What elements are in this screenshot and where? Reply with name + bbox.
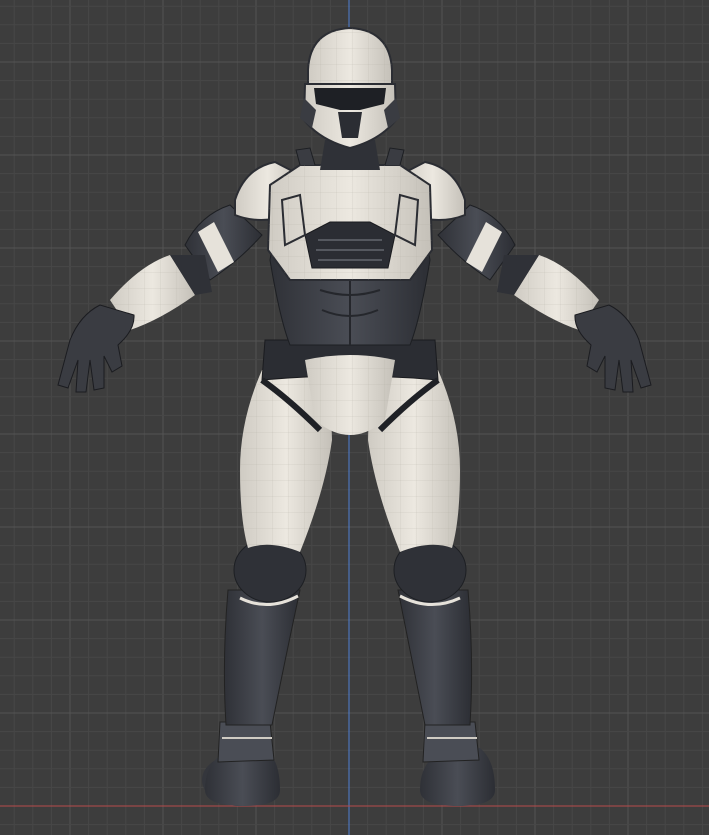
- helmet: [300, 26, 400, 150]
- left-boot: [202, 721, 280, 806]
- right-shin: [397, 589, 473, 726]
- right-glove: [574, 304, 652, 393]
- left-shin: [223, 589, 301, 726]
- 3d-viewport[interactable]: [0, 0, 709, 835]
- left-glove: [57, 304, 135, 393]
- chest-vent: [304, 221, 396, 269]
- right-boot: [420, 721, 495, 806]
- armored-character-model[interactable]: [0, 0, 709, 835]
